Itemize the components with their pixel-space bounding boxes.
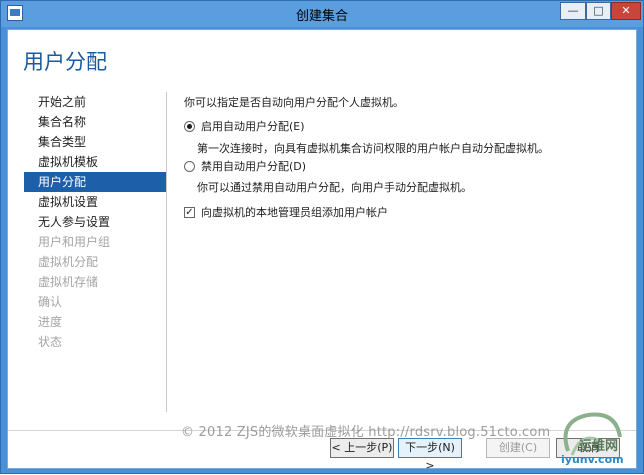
nav-divider [166, 92, 167, 412]
nav-item-vm-storage: 虚拟机存储 [38, 275, 99, 289]
radio-disable-auto-assignment[interactable]: 禁用自动用户分配(D) [184, 158, 306, 174]
nav-item-users-groups: 用户和用户组 [38, 235, 111, 249]
disable-auto-description: 你可以通过禁用自动用户分配，向用户手动分配虚拟机。 [197, 181, 472, 194]
next-button[interactable]: 下一步(N) > [398, 438, 462, 472]
nav-item-vm-allocation: 虚拟机分配 [38, 255, 99, 269]
title-bar[interactable]: 创建集合 — □ ✕ [1, 1, 643, 27]
maximize-button[interactable]: □ [586, 2, 611, 20]
nav-item-collection-type[interactable]: 集合类型 [24, 132, 166, 152]
watermark-text: © 2012 ZJS的微软桌面虚拟化 http://rdsrv.blog.51c… [181, 425, 551, 440]
minimize-button[interactable]: — [560, 2, 586, 20]
page-title: 用户分配 [23, 50, 107, 74]
checkbox-checked-icon[interactable]: ✓ [184, 206, 195, 218]
radio-disable-label: 禁用自动用户分配(D) [201, 160, 307, 173]
site-logo-text: 运维网 [579, 439, 619, 454]
radio-selected-icon[interactable] [184, 120, 195, 132]
nav-item-vm-template[interactable]: 虚拟机模板 [24, 152, 166, 172]
radio-enable-label: 启用自动用户分配(E) [201, 120, 305, 133]
wizard-nav: 开始之前 集合名称 集合类型 虚拟机模板 用户分配 虚拟机设置 无人参与设置 用… [24, 92, 166, 352]
nav-item-confirmation: 确认 [38, 295, 63, 309]
window-title: 创建集合 [295, 9, 348, 24]
close-button[interactable]: ✕ [611, 2, 641, 20]
checkbox-add-local-admins[interactable]: ✓ 向虚拟机的本地管理员组添加用户帐户 [184, 204, 388, 220]
main-panel: 你可以指定是否自动向用户分配个人虚拟机。 启用自动用户分配(E) 第一次连接时，… [184, 92, 624, 219]
radio-unselected-icon[interactable] [184, 160, 195, 172]
enable-auto-description: 第一次连接时，向具有虚拟机集合访问权限的用户帐户自动分配虚拟机。 [197, 142, 549, 155]
nav-item-vm-settings[interactable]: 虚拟机设置 [24, 192, 166, 212]
nav-item-unattended-settings[interactable]: 无人参与设置 [24, 212, 166, 232]
nav-item-status: 状态 [38, 335, 63, 349]
checkbox-admin-label: 向虚拟机的本地管理员组添加用户帐户 [201, 206, 388, 219]
intro-text: 你可以指定是否自动向用户分配个人虚拟机。 [184, 96, 404, 109]
previous-button[interactable]: < 上一步(P) [330, 438, 394, 458]
nav-item-collection-name[interactable]: 集合名称 [24, 112, 166, 132]
nav-item-progress: 进度 [38, 315, 63, 329]
nav-item-before-you-begin[interactable]: 开始之前 [24, 92, 166, 112]
dialog-window: 创建集合 — □ ✕ 用户分配 开始之前 集合名称 集合类型 虚拟机模板 用户分… [0, 0, 644, 474]
radio-enable-auto-assignment[interactable]: 启用自动用户分配(E) [184, 118, 305, 134]
site-logo-domain: iyunv.com [561, 453, 624, 466]
nav-item-user-assignment[interactable]: 用户分配 [24, 172, 166, 192]
